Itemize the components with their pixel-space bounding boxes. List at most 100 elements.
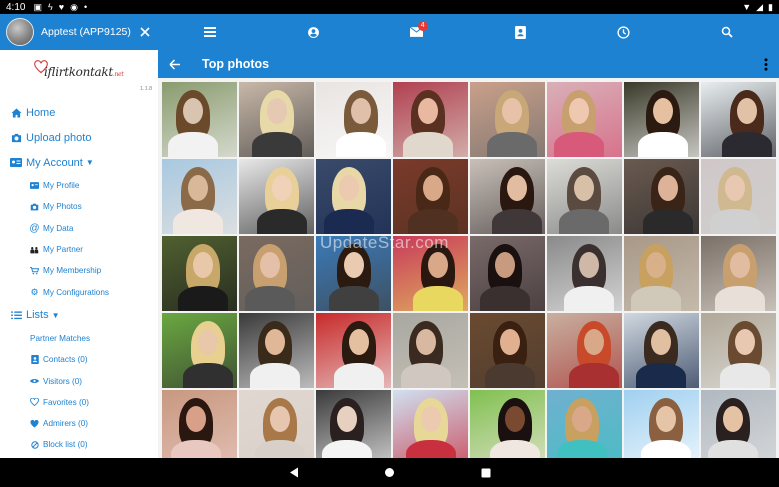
photo-thumbnail[interactable] [701,82,776,157]
photo-thumbnail[interactable] [162,313,237,388]
photo-thumbnail[interactable] [316,159,391,234]
photo-thumbnail[interactable] [701,390,776,458]
menu-partner-matches[interactable]: Partner Matches [0,328,158,349]
photo-thumbnail[interactable] [239,313,314,388]
photo-thumbnail[interactable] [162,159,237,234]
photo-body [183,363,233,388]
contact-card-icon [30,355,39,365]
photo-body [569,363,619,388]
list-icon [10,311,22,320]
photo-thumbnail[interactable] [547,236,622,311]
photo-body [257,209,307,234]
photo-thumbnail[interactable] [393,159,468,234]
photo-thumbnail[interactable] [316,390,391,458]
photo-face [653,98,673,124]
photo-thumbnail[interactable] [316,82,391,157]
menu-home-label: Home [26,106,56,119]
photo-thumbnail[interactable] [393,236,468,311]
menu-my-account[interactable]: My Account ▼ [0,150,158,175]
photo-thumbnail[interactable] [547,159,622,234]
nav-home-button[interactable] [383,466,397,480]
home-icon [10,107,22,118]
photo-thumbnail[interactable] [239,82,314,157]
photo-face [183,98,203,124]
avatar[interactable] [6,18,34,46]
close-drawer-button[interactable] [140,27,150,37]
photo-body [324,209,374,234]
battery-icon: ▮ [768,1,773,12]
photo-thumbnail[interactable] [239,236,314,311]
photo-thumbnail[interactable] [701,159,776,234]
photo-thumbnail[interactable] [624,236,699,311]
menu-lists[interactable]: Lists ▼ [0,303,158,328]
menu-my-partner[interactable]: My Partner [0,239,158,260]
menu-my-data[interactable]: @ My Data [0,218,158,239]
photo-face [646,252,666,278]
menu-my-membership[interactable]: My Membership [0,260,158,281]
photo-thumbnail[interactable] [316,313,391,388]
page-title: Top photos [202,57,270,71]
back-button[interactable] [158,58,192,70]
menu-my-photos[interactable]: My Photos [0,196,158,217]
photo-thumbnail[interactable] [701,313,776,388]
nav-recents-button[interactable] [479,466,493,480]
photo-thumbnail[interactable] [393,390,468,458]
photo-thumbnail[interactable] [547,313,622,388]
menu-home[interactable]: Home [0,100,158,125]
photo-thumbnail[interactable] [470,236,545,311]
photo-face [186,406,206,432]
menu-upload-photo[interactable]: Upload photo [0,125,158,150]
messages-badge: 4 [417,21,428,31]
menu-my-configurations[interactable]: ⚙ My Configurations [0,281,158,302]
menu-my-account-label: My Account [26,156,83,169]
photo-face [337,406,357,432]
photo-thumbnail[interactable] [470,159,545,234]
history-icon [617,25,630,39]
photo-thumbnail[interactable] [162,236,237,311]
more-options-button[interactable] [753,57,779,71]
menu-favorites[interactable]: Favorites (0) [0,392,158,413]
menu-my-profile[interactable]: My Profile [0,175,158,196]
menu-contacts[interactable]: Contacts (0) [0,349,158,370]
messages-button[interactable]: 4 [365,14,469,50]
photo-face [423,175,443,201]
photo-face [339,175,359,201]
brand-logo: iflirtkontakt.net 1.1.8 [0,50,158,96]
photo-body [720,363,770,388]
photo-thumbnail[interactable] [624,159,699,234]
photo-thumbnail[interactable] [393,82,468,157]
menu-admirers[interactable]: Admirers (0) [0,413,158,434]
photo-thumbnail[interactable] [624,313,699,388]
photo-thumbnail[interactable] [470,390,545,458]
photo-thumbnail[interactable] [547,390,622,458]
photo-face [725,175,745,201]
photo-thumbnail[interactable] [470,82,545,157]
photo-thumbnail[interactable] [239,390,314,458]
photo-thumbnail[interactable] [239,159,314,234]
photo-thumbnail[interactable] [393,313,468,388]
photo-thumbnail[interactable] [624,82,699,157]
photo-thumbnail[interactable] [701,236,776,311]
nav-back-button[interactable] [287,466,301,480]
profile-button[interactable] [262,14,366,50]
menu-visitors[interactable]: Visitors (0) [0,370,158,391]
photo-thumbnail[interactable] [547,82,622,157]
menu-upload-photo-label: Upload photo [26,131,92,144]
menu-block-list[interactable]: Block list (0) [0,434,158,455]
photo-thumbnail[interactable] [316,236,391,311]
app-icon: ◉ [70,1,78,12]
logo-suffix: .net [112,71,124,78]
photo-face [198,329,218,355]
photo-thumbnail[interactable] [162,390,237,458]
photo-thumbnail[interactable] [162,82,237,157]
photo-body [329,286,379,311]
menu-button[interactable] [158,14,262,50]
photo-thumbnail[interactable] [624,390,699,458]
title-bar: Top photos [158,50,779,78]
photo-thumbnail[interactable] [470,313,545,388]
contacts-button[interactable] [469,14,573,50]
menu-my-profile-label: My Profile [43,181,80,191]
search-button[interactable] [676,14,779,50]
bolt-icon: ϟ [47,1,53,12]
history-button[interactable] [572,14,676,50]
